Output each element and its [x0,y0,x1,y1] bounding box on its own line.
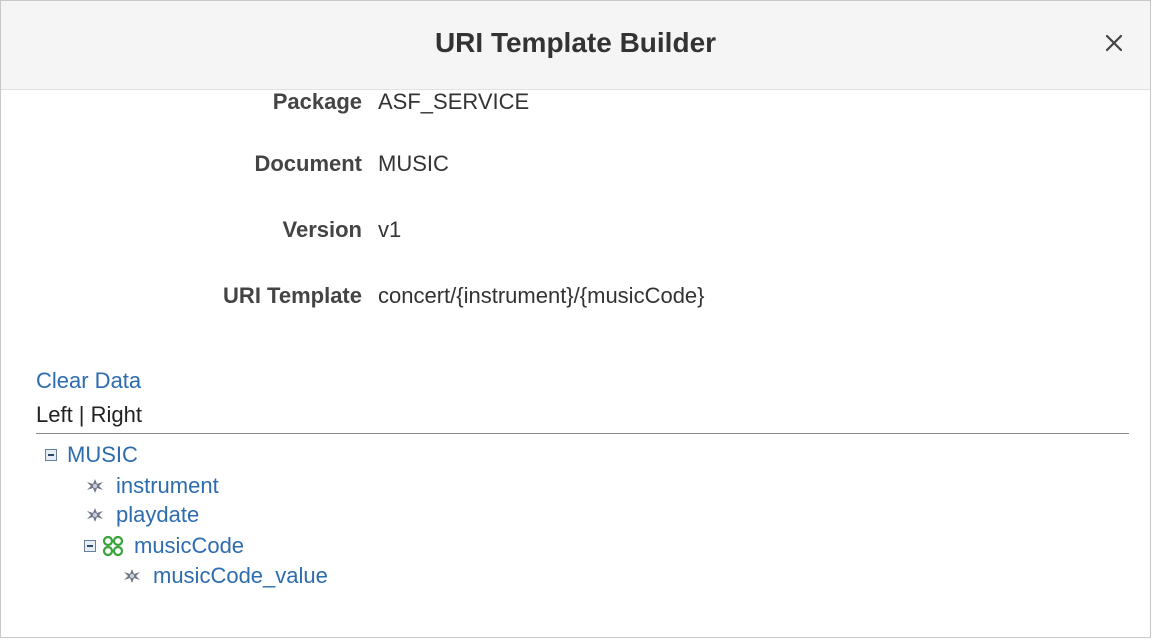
version-label: Version [282,217,362,242]
package-label: Package [272,89,362,114]
tree-node-musiccode: musicCode [84,532,244,560]
tree-node-label[interactable]: musicCode_value [153,563,328,589]
document-row: Document MUSIC [1,151,1150,181]
uri-template-value: concert/{instrument}/{musicCode} [378,283,705,308]
tree-node-musiccode-value: musicCode_value [121,562,328,590]
document-value: MUSIC [378,151,449,176]
primitive-element-icon [87,508,103,522]
version-row: Version v1 [1,217,1150,247]
tree-node-label[interactable]: playdate [116,502,199,528]
tree-node-label[interactable]: musicCode [134,533,244,559]
tree-node-label[interactable]: instrument [116,473,219,499]
collapse-icon[interactable] [84,540,96,552]
dialog-title: URI Template Builder [434,27,717,58]
left-right-toggle[interactable]: Left | Right [36,402,142,428]
primitive-element-icon [87,479,103,493]
collapse-icon[interactable] [45,449,57,461]
tree-node-music: MUSIC [45,441,138,469]
primitive-element-icon [124,569,140,583]
close-icon[interactable] [1100,29,1128,57]
uri-template-label: URI Template [223,283,362,308]
divider [36,433,1129,434]
document-label: Document [254,151,362,176]
package-row: Package ASF_SERVICE [1,89,1150,119]
uri-template-builder-dialog: URI Template Builder Package ASF_SERVICE… [0,0,1151,638]
compound-element-icon [102,536,124,556]
version-value: v1 [378,217,402,242]
dialog-header: URI Template Builder [1,1,1150,90]
tree-node-label[interactable]: MUSIC [67,442,138,468]
uri-template-row: URI Template concert/{instrument}/{music… [1,283,1150,313]
package-value: ASF_SERVICE [378,89,530,114]
tree-node-instrument: instrument [84,472,219,500]
clear-data-link[interactable]: Clear Data [36,368,141,394]
tree-node-playdate: playdate [84,501,199,529]
